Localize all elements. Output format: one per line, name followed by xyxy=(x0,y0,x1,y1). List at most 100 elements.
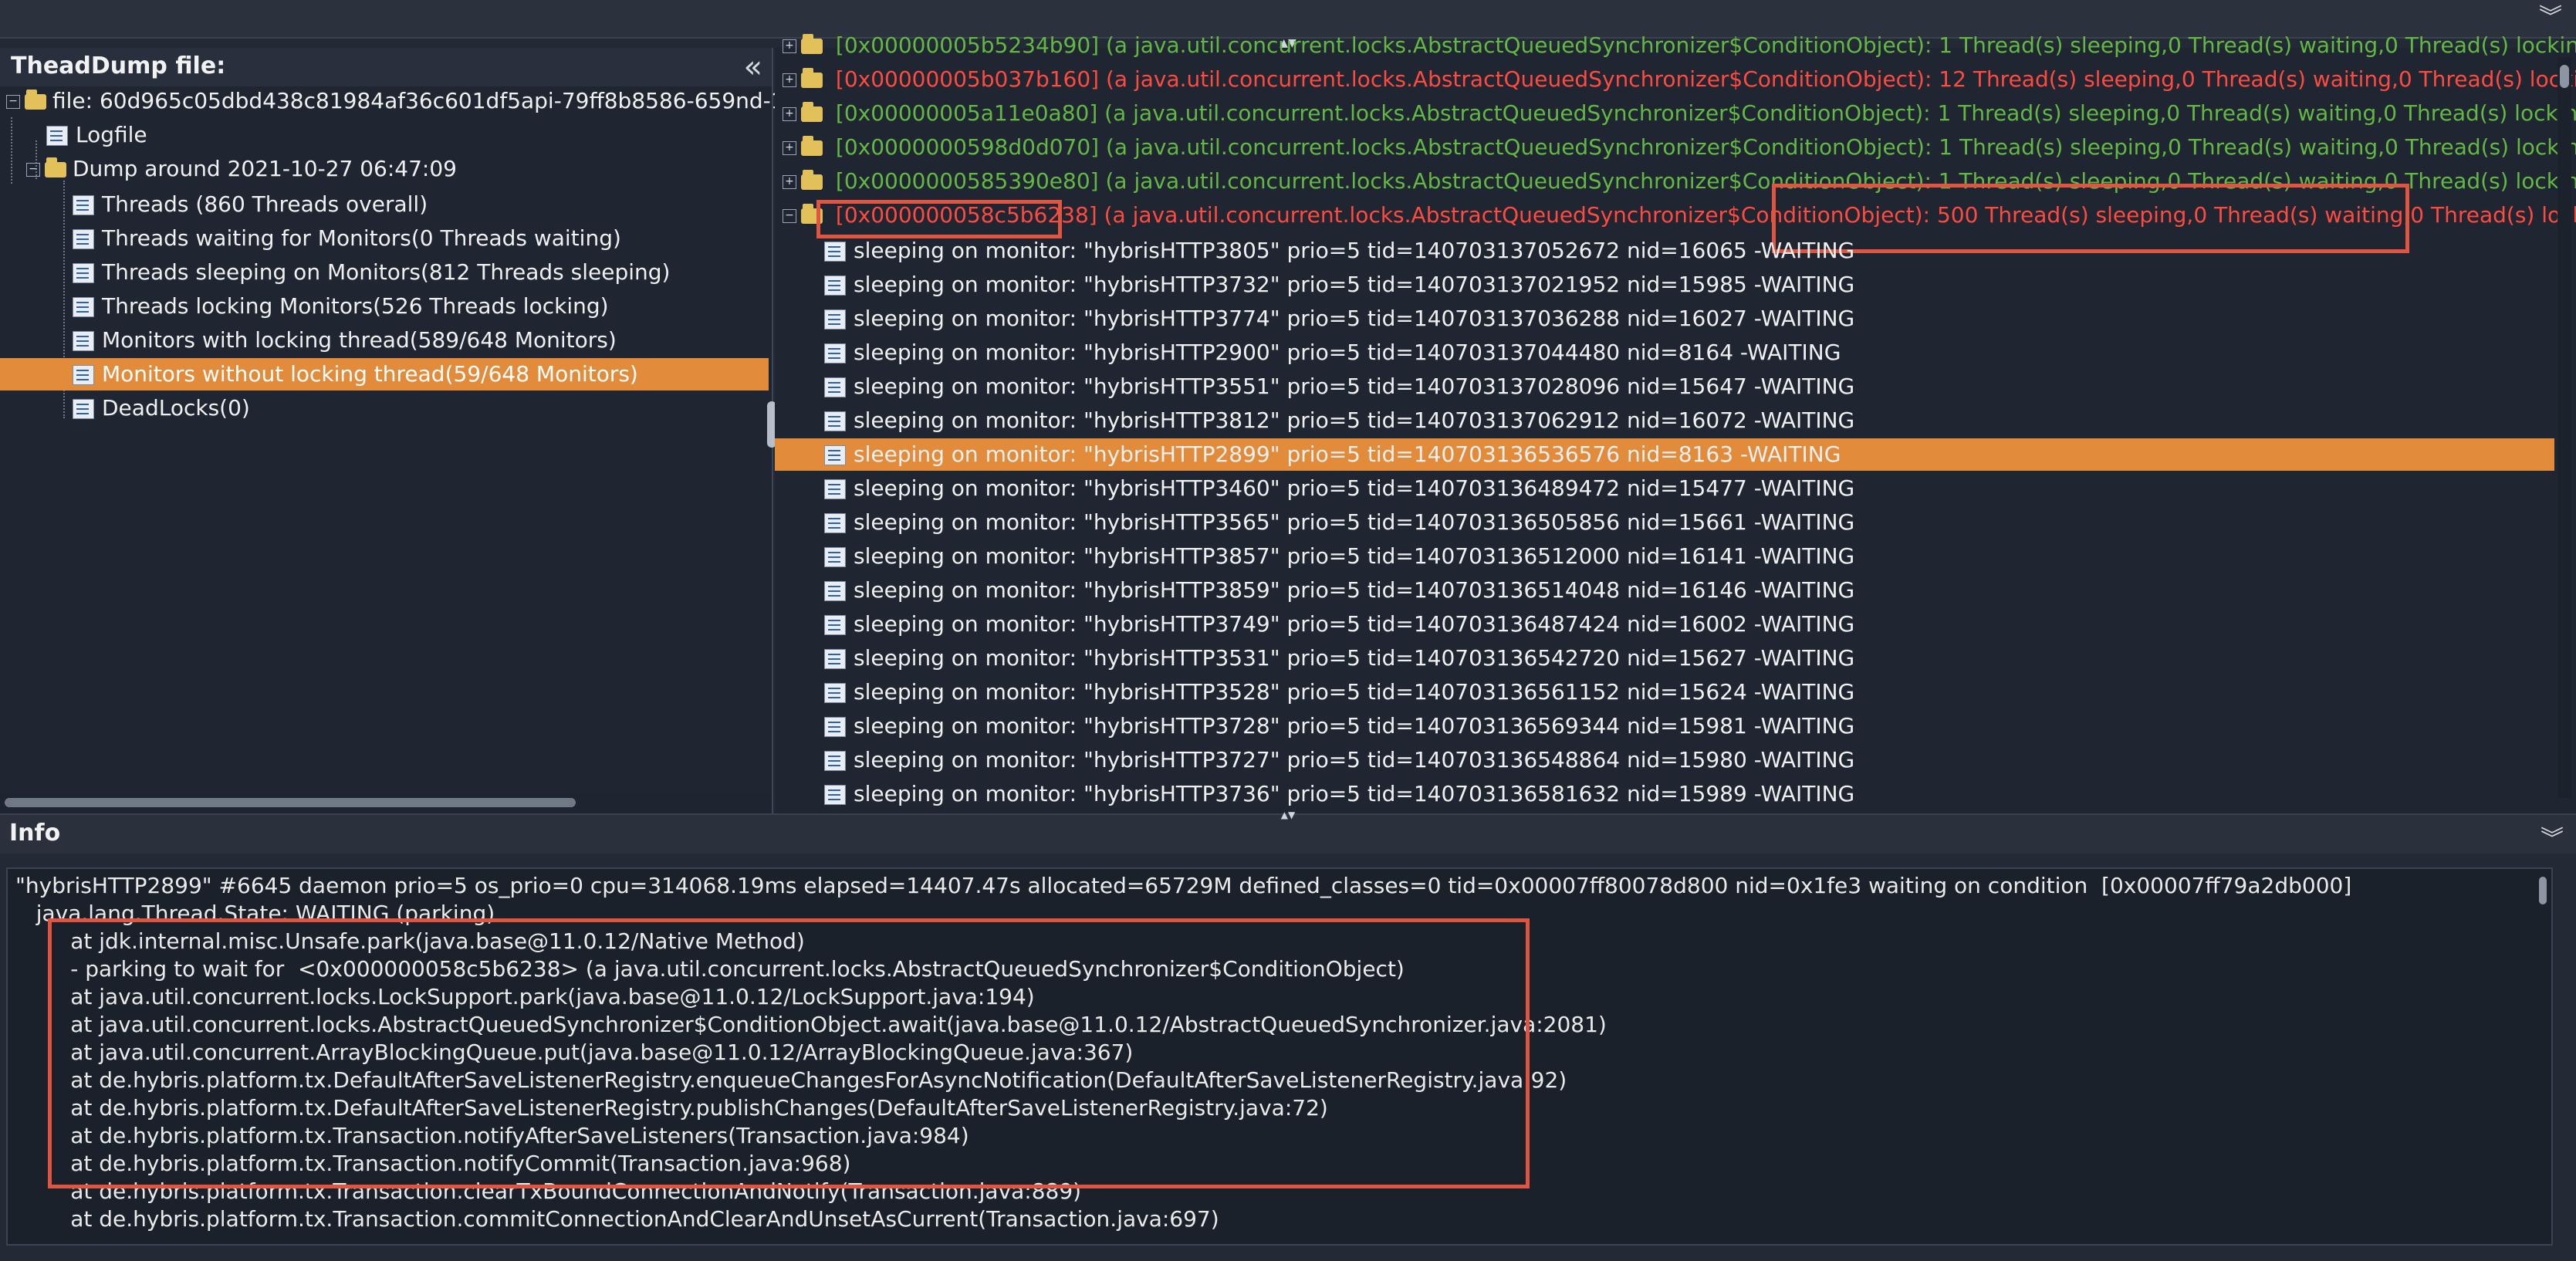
thread-label: sleeping on monitor: "hybrisHTTP3460" pr… xyxy=(854,475,1855,501)
document-icon xyxy=(73,195,94,215)
highlight-box-stacktrace xyxy=(48,918,1530,1188)
monitor-id: [0x00000005b037b160] xyxy=(835,66,1100,92)
document-icon xyxy=(73,297,94,317)
info-scrollbar[interactable] xyxy=(2537,874,2548,1236)
threaddump-tree-panel: TheadDump file: « − file: 60d965c05dbd438… xyxy=(0,48,884,813)
thread-label: sleeping on monitor: "hybrisHTTP3805" pr… xyxy=(854,238,1855,263)
tree-node-logfile-label: Logfile xyxy=(76,122,147,147)
thread-label: sleeping on monitor: "hybrisHTTP3728" pr… xyxy=(854,713,1855,739)
expand-icon[interactable]: + xyxy=(783,141,796,155)
scrollbar-thumb[interactable] xyxy=(2560,65,2569,88)
split-handle-bottom[interactable]: ▲▼ xyxy=(1258,810,1318,820)
document-icon xyxy=(824,683,846,703)
info-panel-title: Info xyxy=(9,820,61,847)
monitor-desc: (a java.util.concurrent.locks.AbstractQu… xyxy=(1099,32,2576,58)
thread-label: sleeping on monitor: "hybrisHTTP3749" pr… xyxy=(854,611,1855,637)
monitor-desc: (a java.util.concurrent.locks.AbstractQu… xyxy=(1097,100,2576,126)
thread-row[interactable]: sleeping on monitor: "hybrisHTTP3859" pr… xyxy=(775,574,2554,607)
tree-item-threads-locking[interactable]: Threads locking Monitors(526 Threads loc… xyxy=(73,290,609,323)
thread-row[interactable]: sleeping on monitor: "hybrisHTTP2899" pr… xyxy=(775,438,2554,471)
monitor-row[interactable]: + [0x00000005b037b160] (a java.util.conc… xyxy=(783,63,2576,96)
expand-icon[interactable]: + xyxy=(783,73,796,87)
expand-icon[interactable]: + xyxy=(783,175,796,189)
thread-row[interactable]: sleeping on monitor: "hybrisHTTP3774" pr… xyxy=(775,303,2554,335)
expand-icon[interactable]: + xyxy=(783,107,796,121)
collapse-icon[interactable]: − xyxy=(26,163,40,177)
thread-row[interactable]: sleeping on monitor: "hybrisHTTP3749" pr… xyxy=(775,608,2554,641)
collapse-icon[interactable]: − xyxy=(783,209,796,223)
thread-row[interactable]: sleeping on monitor: "hybrisHTTP3732" pr… xyxy=(775,269,2554,301)
thread-row[interactable]: sleeping on monitor: "hybrisHTTP3460" pr… xyxy=(775,472,2554,505)
chevron-double-down-icon[interactable]: ︾ xyxy=(2537,5,2564,31)
tree-node-file[interactable]: − file: 60d965c05dbd438c81984af36c601df5a… xyxy=(6,85,884,117)
thread-row[interactable]: sleeping on monitor: "hybrisHTTP3812" pr… xyxy=(775,404,2554,437)
thread-row[interactable]: sleeping on monitor: "hybrisHTTP3736" pr… xyxy=(775,778,2554,810)
tree-item-label: Threads sleeping on Monitors(812 Threads… xyxy=(102,259,671,285)
document-icon xyxy=(824,615,846,635)
thread-row[interactable]: sleeping on monitor: "hybrisHTTP3728" pr… xyxy=(775,710,2554,742)
monitor-id: [0x0000000598d0d070] xyxy=(835,134,1100,160)
tree-horizontal-scrollbar[interactable] xyxy=(0,793,772,813)
tree-node-dump-label: Dump around 2021-10-27 06:47:09 xyxy=(73,156,457,181)
tree-item-label: Monitors without locking thread(59/648 M… xyxy=(102,361,638,387)
tree-item-deadlocks[interactable]: DeadLocks(0) xyxy=(73,392,250,424)
tree-item-monitors-without-locking[interactable]: Monitors without locking thread(59/648 M… xyxy=(0,358,769,390)
thread-label: sleeping on monitor: "hybrisHTTP2899" pr… xyxy=(854,441,1841,467)
monitor-row[interactable]: + [0x00000005a11e0a80] (a java.util.conc… xyxy=(783,97,2576,130)
thread-row[interactable]: sleeping on monitor: "hybrisHTTP3528" pr… xyxy=(775,676,2554,708)
folder-icon xyxy=(25,90,46,110)
tree-item-label: DeadLocks(0) xyxy=(102,395,250,421)
document-icon xyxy=(824,785,846,805)
thread-label: sleeping on monitor: "hybrisHTTP3551" pr… xyxy=(854,374,1855,399)
document-icon xyxy=(73,263,94,283)
collapse-icon[interactable]: − xyxy=(6,95,20,109)
thread-row[interactable]: sleeping on monitor: "hybrisHTTP3565" pr… xyxy=(775,506,2554,539)
monitor-row[interactable]: + [0x0000000598d0d070] (a java.util.conc… xyxy=(783,131,2576,164)
stacktrace-line: at de.hybris.platform.tx.Transaction.com… xyxy=(15,1206,1219,1232)
thread-row[interactable]: sleeping on monitor: "hybrisHTTP3727" pr… xyxy=(775,744,2554,776)
tree-panel-title: TheadDump file: xyxy=(11,52,226,79)
thread-label: sleeping on monitor: "hybrisHTTP2900" pr… xyxy=(854,340,1841,365)
document-icon xyxy=(824,751,846,771)
scrollbar-thumb[interactable] xyxy=(5,798,576,807)
monitor-desc: (a java.util.concurrent.locks.AbstractQu… xyxy=(1099,66,2576,92)
tree-item-threads-sleeping[interactable]: Threads sleeping on Monitors(812 Threads… xyxy=(73,256,670,289)
document-icon xyxy=(824,513,846,533)
thread-row[interactable]: sleeping on monitor: "hybrisHTTP3551" pr… xyxy=(775,370,2554,403)
folder-icon xyxy=(45,157,66,177)
document-icon xyxy=(73,399,94,419)
thread-label: sleeping on monitor: "hybrisHTTP3732" pr… xyxy=(854,272,1855,297)
expand-icon[interactable]: + xyxy=(783,39,796,53)
tree-item-monitors-locking[interactable]: Monitors with locking thread(589/648 Mon… xyxy=(73,324,617,357)
folder-icon xyxy=(801,102,823,122)
document-icon xyxy=(824,445,846,465)
document-icon xyxy=(73,365,94,385)
folder-icon xyxy=(801,136,823,156)
tree-node-file-label: file: 60d965c05dbd438c81984af36c601df5ap… xyxy=(52,88,885,113)
document-icon xyxy=(824,717,846,737)
thread-row[interactable]: sleeping on monitor: "hybrisHTTP3805" pr… xyxy=(775,235,2554,267)
document-icon xyxy=(73,229,94,249)
document-icon xyxy=(824,242,846,262)
info-stacktrace[interactable]: "hybrisHTTP2899" #6645 daemon prio=5 os_… xyxy=(6,867,2553,1246)
monitor-id: [0x00000005b5234b90] xyxy=(835,32,1100,58)
chevron-double-down-icon[interactable]: ︾ xyxy=(2541,820,2564,854)
monitor-desc: (a java.util.concurrent.locks.AbstractQu… xyxy=(1099,134,2576,160)
tree-item-threads[interactable]: Threads (860 Threads overall) xyxy=(73,188,428,221)
tree-item-threads-waiting[interactable]: Threads waiting for Monitors(0 Threads w… xyxy=(73,222,621,255)
scrollbar-thumb[interactable] xyxy=(2539,877,2547,904)
thread-row[interactable]: sleeping on monitor: "hybrisHTTP3531" pr… xyxy=(775,642,2554,674)
thread-row[interactable]: sleeping on monitor: "hybrisHTTP2900" pr… xyxy=(775,336,2554,369)
double-chevron-left-icon[interactable]: « xyxy=(744,49,762,85)
thread-label: sleeping on monitor: "hybrisHTTP3736" pr… xyxy=(854,781,1855,806)
document-icon xyxy=(824,343,846,363)
monitor-row[interactable]: + [0x00000005b5234b90] (a java.util.conc… xyxy=(783,29,2576,62)
document-icon xyxy=(824,276,846,296)
stacktrace-line: "hybrisHTTP2899" #6645 daemon prio=5 os_… xyxy=(15,873,2352,898)
thread-label: sleeping on monitor: "hybrisHTTP3812" pr… xyxy=(854,407,1855,433)
tree-node-logfile[interactable]: Logfile xyxy=(46,119,147,151)
folder-icon xyxy=(801,68,823,88)
thread-row[interactable]: sleeping on monitor: "hybrisHTTP3857" pr… xyxy=(775,540,2554,573)
monitor-list-scrollbar[interactable] xyxy=(2557,57,2571,798)
tree-node-dump[interactable]: − Dump around 2021-10-27 06:47:09 xyxy=(26,153,457,185)
